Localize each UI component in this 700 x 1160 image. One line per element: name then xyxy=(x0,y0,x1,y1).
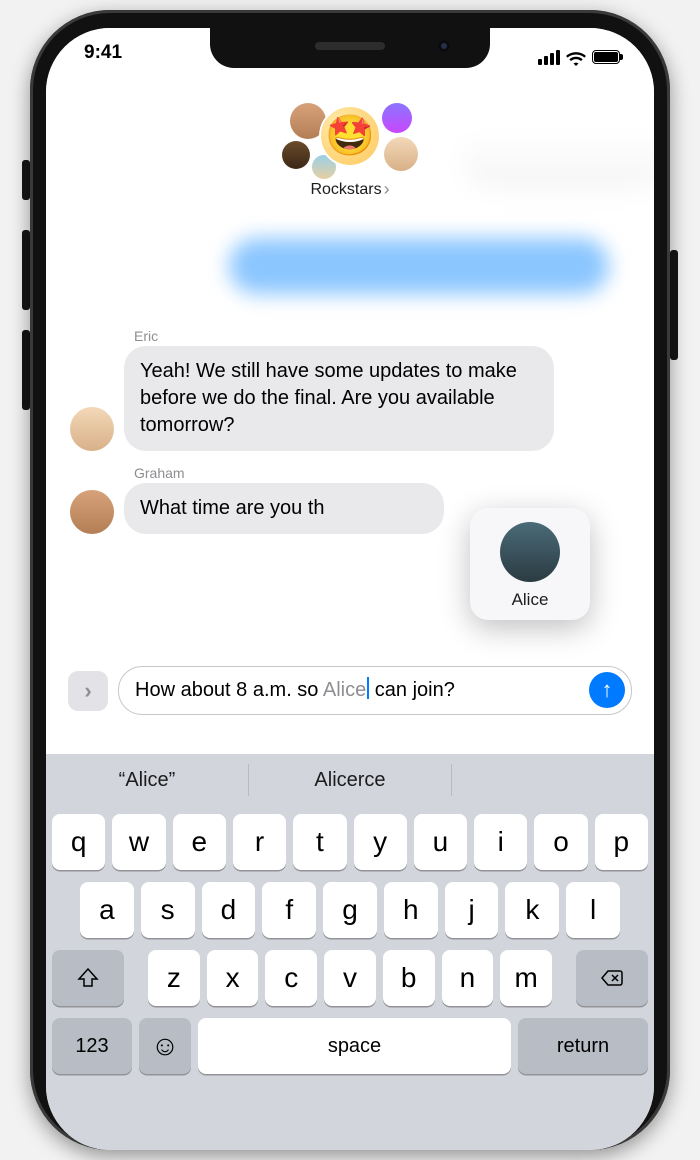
sender-label: Eric xyxy=(134,328,630,344)
member-avatar xyxy=(382,103,412,133)
cellular-icon xyxy=(538,50,560,65)
front-camera xyxy=(438,40,450,52)
mention-avatar xyxy=(500,522,560,582)
key-return[interactable]: return xyxy=(518,1018,648,1074)
key-u[interactable]: u xyxy=(414,814,467,870)
key-c[interactable]: c xyxy=(265,950,317,1006)
key-o[interactable]: o xyxy=(534,814,587,870)
message-bubble[interactable]: Yeah! We still have some updates to make… xyxy=(124,346,554,451)
screen: 9:41 🤩 Rockstars › xyxy=(46,28,654,1150)
mention-popover[interactable]: Alice xyxy=(470,508,590,620)
battery-icon xyxy=(592,50,620,64)
predictive-bar: “Alice” Alicerce xyxy=(46,754,654,806)
key-l[interactable]: l xyxy=(566,882,620,938)
key-v[interactable]: v xyxy=(324,950,376,1006)
key-i[interactable]: i xyxy=(474,814,527,870)
prediction-slot[interactable]: Alicerce xyxy=(249,754,451,806)
message-row: Eric Yeah! We still have some updates to… xyxy=(70,328,630,451)
group-name-label: Rockstars xyxy=(310,181,381,199)
shift-icon xyxy=(76,966,100,990)
key-g[interactable]: g xyxy=(323,882,377,938)
member-avatar xyxy=(384,137,418,171)
phone-side-button xyxy=(670,250,678,360)
prediction-slot[interactable] xyxy=(452,754,654,806)
key-emoji[interactable]: ☺ xyxy=(139,1018,191,1074)
group-avatar-main: 🤩 xyxy=(321,107,379,165)
phone-volume-down xyxy=(22,330,30,410)
wifi-icon xyxy=(566,50,586,65)
key-z[interactable]: z xyxy=(148,950,200,1006)
send-button[interactable]: ↑ xyxy=(589,672,625,708)
sender-avatar[interactable] xyxy=(70,407,114,451)
key-space[interactable]: space xyxy=(198,1018,511,1074)
expand-apps-button[interactable]: › xyxy=(68,671,108,711)
key-m[interactable]: m xyxy=(500,950,552,1006)
key-t[interactable]: t xyxy=(293,814,346,870)
key-w[interactable]: w xyxy=(112,814,165,870)
key-a[interactable]: a xyxy=(80,882,134,938)
key-backspace[interactable] xyxy=(576,950,648,1006)
prediction-slot[interactable]: “Alice” xyxy=(46,754,248,806)
key-shift[interactable] xyxy=(52,950,124,1006)
keyboard: q w e r t y u i o p a s d f g h j k l xyxy=(46,806,654,1150)
key-p[interactable]: p xyxy=(595,814,648,870)
message-input[interactable]: How about 8 a.m. so Alice can join? ↑ xyxy=(118,666,632,715)
member-avatar xyxy=(282,141,310,169)
phone-mute-switch xyxy=(22,160,30,200)
backspace-icon xyxy=(600,966,624,990)
message-bubble[interactable]: What time are you th xyxy=(124,483,444,534)
group-avatar-cluster: 🤩 xyxy=(260,99,440,179)
arrow-up-icon: ↑ xyxy=(602,675,613,705)
key-y[interactable]: y xyxy=(354,814,407,870)
status-time: 9:41 xyxy=(84,42,122,72)
key-b[interactable]: b xyxy=(383,950,435,1006)
key-q[interactable]: q xyxy=(52,814,105,870)
sender-label: Graham xyxy=(134,465,630,481)
key-j[interactable]: j xyxy=(445,882,499,938)
mention-name: Alice xyxy=(512,590,549,610)
key-n[interactable]: n xyxy=(442,950,494,1006)
speaker-grille xyxy=(315,42,385,50)
phone-volume-up xyxy=(22,230,30,310)
key-e[interactable]: e xyxy=(173,814,226,870)
compose-mention: Alice xyxy=(323,679,366,701)
phone-frame: 9:41 🤩 Rockstars › xyxy=(30,10,670,1150)
compose-text: can join? xyxy=(369,679,455,701)
key-s[interactable]: s xyxy=(141,882,195,938)
notch xyxy=(210,28,490,68)
key-numbers[interactable]: 123 xyxy=(52,1018,132,1074)
key-x[interactable]: x xyxy=(207,950,259,1006)
key-h[interactable]: h xyxy=(384,882,438,938)
sender-avatar[interactable] xyxy=(70,490,114,534)
compose-text: How about 8 a.m. so xyxy=(135,679,323,701)
key-d[interactable]: d xyxy=(202,882,256,938)
chevron-right-icon: › xyxy=(384,179,390,200)
compose-bar: › How about 8 a.m. so Alice can join? ↑ xyxy=(68,666,632,715)
key-f[interactable]: f xyxy=(262,882,316,938)
key-r[interactable]: r xyxy=(233,814,286,870)
blurred-bubble xyxy=(229,238,609,294)
key-k[interactable]: k xyxy=(505,882,559,938)
